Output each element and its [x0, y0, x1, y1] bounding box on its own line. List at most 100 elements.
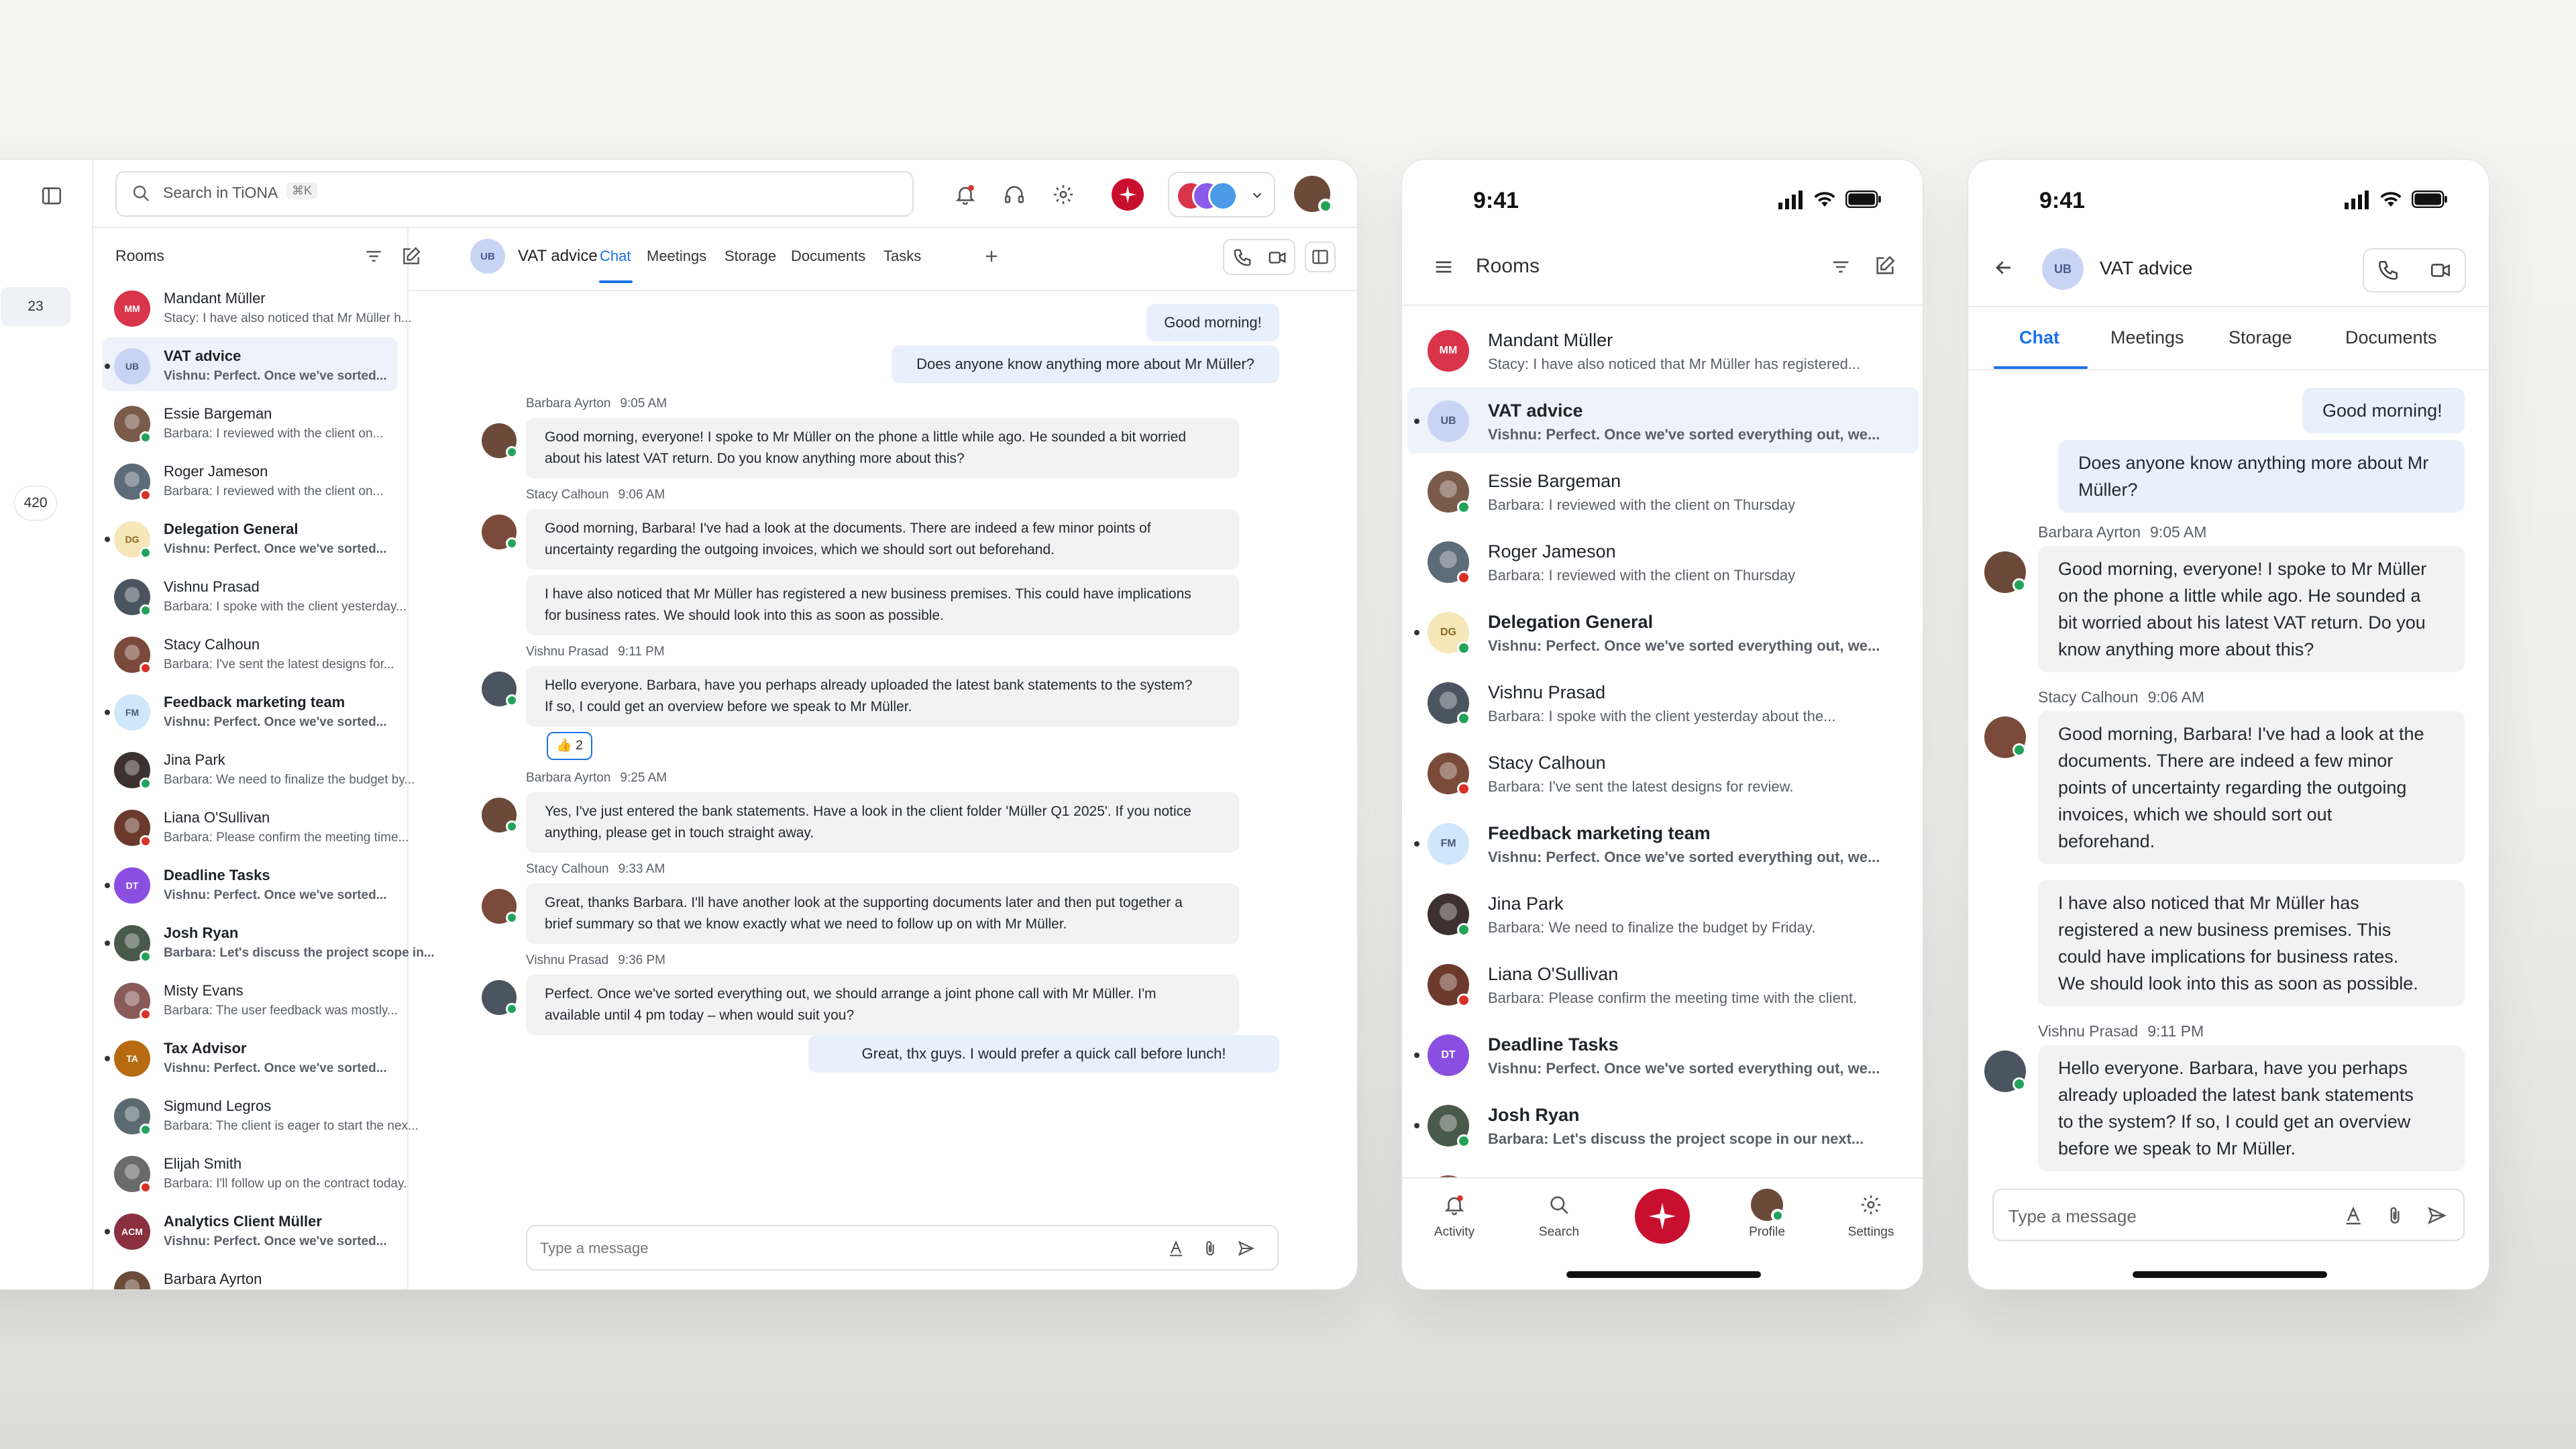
sender-name: Stacy Calhoun — [2038, 688, 2139, 706]
status-dot — [140, 547, 152, 559]
room-name[interactable]: Feedback marketing team — [1488, 823, 1711, 844]
incoming-message[interactable]: I have also noticed that Mr Müller has re… — [2038, 880, 2465, 1006]
compose-icon[interactable] — [1870, 251, 1900, 280]
attachment-icon[interactable] — [1197, 1236, 1223, 1261]
room-name[interactable]: VAT advice — [164, 347, 241, 365]
incoming-message[interactable]: Good morning, everyone! I spoke to Mr Mü… — [2038, 546, 2465, 672]
tab-chat[interactable]: Chat — [600, 248, 631, 265]
side-panel-icon[interactable] — [1305, 241, 1336, 272]
search-icon[interactable] — [1544, 1190, 1574, 1220]
room-name[interactable]: Analytics Client Müller — [164, 1213, 322, 1230]
tab-meetings[interactable]: Meetings — [647, 248, 706, 265]
notifications-icon[interactable] — [951, 180, 980, 209]
room-name[interactable]: Delegation General — [1488, 612, 1653, 633]
nav-search-label[interactable]: Search — [1525, 1225, 1593, 1240]
room-name[interactable]: Josh Ryan — [164, 924, 238, 942]
outgoing-message[interactable]: Good morning! — [1146, 304, 1279, 341]
settings-gear-icon[interactable] — [1049, 180, 1078, 209]
add-tab-plus-icon[interactable] — [979, 244, 1004, 268]
outgoing-message[interactable]: Does anyone know anything more about Mr … — [892, 345, 1279, 383]
room-name[interactable]: Sigmund Legros — [164, 1097, 271, 1115]
sidebar-toggle-icon[interactable] — [36, 180, 68, 212]
status-dot — [140, 1124, 152, 1136]
room-name[interactable]: Vishnu Prasad — [164, 578, 260, 596]
status-dot — [506, 694, 518, 706]
tab-storage[interactable]: Storage — [724, 248, 776, 265]
room-name[interactable]: Barbara Ayrton — [164, 1271, 262, 1288]
video-call-icon[interactable] — [2422, 254, 2459, 287]
tab-storage[interactable]: Storage — [2229, 327, 2292, 348]
incoming-message[interactable]: Hello everyone. Barbara, have you perhap… — [526, 666, 1239, 727]
video-call-icon[interactable] — [1263, 243, 1292, 272]
phone-call-icon[interactable] — [2369, 254, 2407, 287]
status-dot — [140, 835, 152, 847]
room-name[interactable]: Tax Advisor — [164, 1040, 246, 1057]
settings-gear-icon[interactable] — [1856, 1190, 1886, 1220]
room-name[interactable]: Mandant Müller — [1488, 330, 1613, 351]
nav-settings-label[interactable]: Settings — [1837, 1225, 1904, 1240]
message-time: 9:11 PM — [618, 645, 665, 659]
filter-icon[interactable] — [360, 243, 387, 270]
incoming-message[interactable]: Hello everyone. Barbara, have you perhap… — [2038, 1045, 2465, 1171]
tab-meetings[interactable]: Meetings — [2110, 327, 2184, 348]
tab-documents[interactable]: Documents — [2345, 327, 2437, 348]
phone-call-icon[interactable] — [1228, 243, 1257, 272]
room-name[interactable]: Josh Ryan — [1488, 1105, 1580, 1126]
tab-documents[interactable]: Documents — [791, 248, 865, 265]
room-name[interactable]: Liana O'Sullivan — [164, 809, 270, 826]
menu-icon[interactable] — [1429, 252, 1458, 282]
send-icon[interactable] — [2422, 1201, 2451, 1230]
text-format-icon[interactable] — [2339, 1201, 2368, 1230]
workspace-switcher[interactable] — [1168, 172, 1275, 217]
reaction-chip[interactable]: 👍 2 — [547, 732, 592, 760]
incoming-message[interactable]: Yes, I've just entered the bank statemen… — [526, 792, 1239, 853]
room-name[interactable]: VAT advice — [1488, 400, 1583, 421]
incoming-message[interactable]: Great, thanks Barbara. I'll have another… — [526, 883, 1239, 944]
room-name[interactable]: Essie Bargeman — [1488, 471, 1621, 492]
nav-profile-label[interactable]: Profile — [1733, 1225, 1801, 1240]
nav-activity-label[interactable]: Activity — [1421, 1225, 1488, 1240]
incoming-message[interactable]: Good morning, Barbara! I've had a look a… — [2038, 711, 2465, 864]
back-arrow-icon[interactable] — [1988, 252, 2019, 283]
room-name[interactable]: Roger Jameson — [164, 463, 268, 480]
room-name[interactable]: Deadline Tasks — [1488, 1034, 1619, 1055]
room-name[interactable]: Liana O'Sullivan — [1488, 964, 1618, 985]
room-name[interactable]: Elijah Smith — [164, 1155, 241, 1173]
room-name[interactable]: Mandant Müller — [164, 290, 266, 307]
incoming-message[interactable]: Perfect. Once we've sorted everything ou… — [526, 975, 1239, 1035]
rail-badge-1[interactable]: 23 — [1, 287, 70, 326]
tab-chat[interactable]: Chat — [2019, 327, 2059, 348]
room-name[interactable]: Feedback marketing team — [164, 694, 345, 711]
room-name[interactable]: Jina Park — [1488, 894, 1564, 914]
room-name[interactable]: Vishnu Prasad — [1488, 682, 1605, 703]
brand-star-icon[interactable] — [1112, 178, 1144, 211]
room-name[interactable]: Jina Park — [164, 751, 225, 769]
activity-bell-icon[interactable] — [1440, 1190, 1469, 1220]
room-name[interactable]: Stacy Calhoun — [1488, 753, 1606, 773]
room-name[interactable]: Stacy Calhoun — [164, 636, 260, 653]
room-preview: Vishnu: Perfect. Once we've sorted every… — [1488, 426, 1880, 443]
brand-star-icon[interactable] — [1635, 1189, 1690, 1244]
room-name[interactable]: Roger Jameson — [1488, 541, 1616, 562]
unread-dot — [1414, 841, 1419, 847]
room-name[interactable]: Deadline Tasks — [164, 867, 270, 884]
message-line: documents. There are indeed a few minor — [2058, 751, 2394, 771]
room-name[interactable]: Delegation General — [164, 521, 299, 538]
unread-dot — [105, 364, 110, 369]
outgoing-message[interactable]: Does anyone know anything more about Mr M… — [2058, 440, 2465, 513]
room-name[interactable]: Misty Evans — [164, 982, 244, 1000]
tab-tasks[interactable]: Tasks — [883, 248, 921, 265]
room-name[interactable]: Essie Bargeman — [164, 405, 272, 423]
outgoing-message[interactable]: Great, thx guys. I would prefer a quick … — [808, 1035, 1279, 1073]
attachment-icon[interactable] — [2380, 1201, 2410, 1230]
incoming-message[interactable]: Good morning, everyone! I spoke to Mr Mü… — [526, 418, 1239, 478]
outgoing-message[interactable]: Good morning! — [2302, 388, 2465, 433]
headset-icon[interactable] — [1000, 180, 1029, 209]
send-icon[interactable] — [1233, 1236, 1258, 1261]
rail-badge-2[interactable]: 420 — [14, 486, 57, 521]
text-format-icon[interactable] — [1163, 1236, 1189, 1261]
room-selected-bg — [1407, 387, 1919, 453]
incoming-message[interactable]: Good morning, Barbara! I've had a look a… — [526, 509, 1239, 570]
filter-icon[interactable] — [1826, 252, 1856, 282]
incoming-message[interactable]: I have also noticed that Mr Müller has r… — [526, 575, 1239, 635]
